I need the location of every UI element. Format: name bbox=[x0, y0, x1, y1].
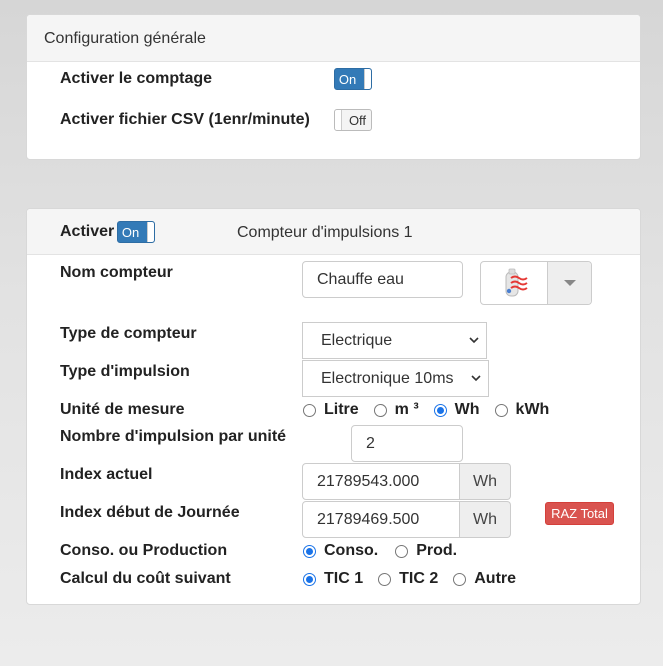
per-unit-input[interactable]: 2 bbox=[351, 425, 463, 462]
general-config-header: Configuration générale bbox=[27, 15, 640, 62]
counter-panel: Activer On Compteur d'impulsions 1 Nom c… bbox=[26, 208, 641, 605]
unit-option-m3[interactable]: m ³ bbox=[373, 401, 419, 419]
raz-total-button[interactable]: RAZ Total bbox=[545, 502, 614, 525]
counter-activate-label: Activer bbox=[60, 223, 115, 240]
index-unit-addon: Wh bbox=[460, 463, 511, 500]
cost-option-tic1[interactable]: TIC 1 bbox=[303, 570, 363, 588]
counter-header: Activer On Compteur d'impulsions 1 bbox=[27, 209, 640, 255]
enable-count-label: Activer le comptage bbox=[60, 70, 213, 87]
radio-conso[interactable] bbox=[303, 544, 316, 558]
day-index-label: Index début de Journée bbox=[60, 504, 240, 521]
icon-dropdown[interactable] bbox=[480, 261, 592, 305]
chevron-down-icon bbox=[471, 375, 481, 382]
chevron-down-icon bbox=[469, 337, 479, 344]
unit-option-wh[interactable]: Wh bbox=[433, 401, 480, 419]
chevron-down-icon bbox=[563, 280, 576, 286]
day-index-input[interactable]: 21789469.500 bbox=[302, 501, 460, 538]
impulse-select[interactable]: Electronique 10ms bbox=[302, 360, 489, 397]
type-select[interactable]: Electrique bbox=[302, 322, 487, 359]
icon-dropdown-caret[interactable] bbox=[548, 262, 591, 304]
type-label: Type de compteur bbox=[60, 325, 197, 342]
conso-label: Conso. ou Production bbox=[60, 542, 228, 559]
radio-prod[interactable] bbox=[395, 544, 409, 558]
impulse-label: Type d'impulsion bbox=[60, 363, 190, 380]
radio-litre[interactable] bbox=[303, 403, 316, 417]
conso-option-conso[interactable]: Conso. bbox=[303, 542, 378, 560]
unit-option-litre[interactable]: Litre bbox=[303, 401, 359, 419]
cost-option-autre[interactable]: Autre bbox=[453, 570, 516, 588]
per-unit-label: Nombre d'impulsion par unité bbox=[60, 428, 287, 445]
radio-m3[interactable] bbox=[373, 403, 387, 417]
csv-toggle[interactable]: Off bbox=[334, 109, 372, 131]
cost-radio-group: TIC 1 TIC 2 Autre bbox=[303, 570, 531, 588]
index-input[interactable]: 21789543.000 bbox=[302, 463, 460, 500]
conso-radio-group: Conso. Prod. bbox=[303, 542, 472, 560]
counter-activate-toggle[interactable]: On bbox=[117, 221, 155, 243]
cost-label: Calcul du coût suivant bbox=[60, 570, 231, 587]
radio-wh[interactable] bbox=[433, 403, 447, 417]
water-heater-icon bbox=[481, 262, 548, 304]
general-config-panel: Configuration générale Activer le compta… bbox=[26, 14, 641, 160]
radio-tic1[interactable] bbox=[303, 572, 316, 586]
unit-radio-group: Litre m ³ Wh kWh bbox=[303, 401, 564, 419]
unit-label: Unité de mesure bbox=[60, 401, 185, 418]
counter-title: Compteur d'impulsions 1 bbox=[237, 224, 413, 241]
radio-autre[interactable] bbox=[453, 572, 467, 586]
day-index-unit-addon: Wh bbox=[460, 501, 511, 538]
conso-option-prod[interactable]: Prod. bbox=[395, 542, 457, 560]
unit-option-kwh[interactable]: kWh bbox=[494, 401, 549, 419]
index-label: Index actuel bbox=[60, 466, 153, 483]
name-input[interactable]: Chauffe eau bbox=[302, 261, 463, 298]
radio-kwh[interactable] bbox=[494, 403, 508, 417]
general-config-title: Configuration générale bbox=[44, 30, 206, 47]
name-label: Nom compteur bbox=[60, 264, 173, 281]
radio-tic2[interactable] bbox=[378, 572, 392, 586]
enable-count-toggle[interactable]: On bbox=[334, 68, 372, 90]
csv-label: Activer fichier CSV (1enr/minute) bbox=[60, 111, 310, 128]
cost-option-tic2[interactable]: TIC 2 bbox=[378, 570, 438, 588]
